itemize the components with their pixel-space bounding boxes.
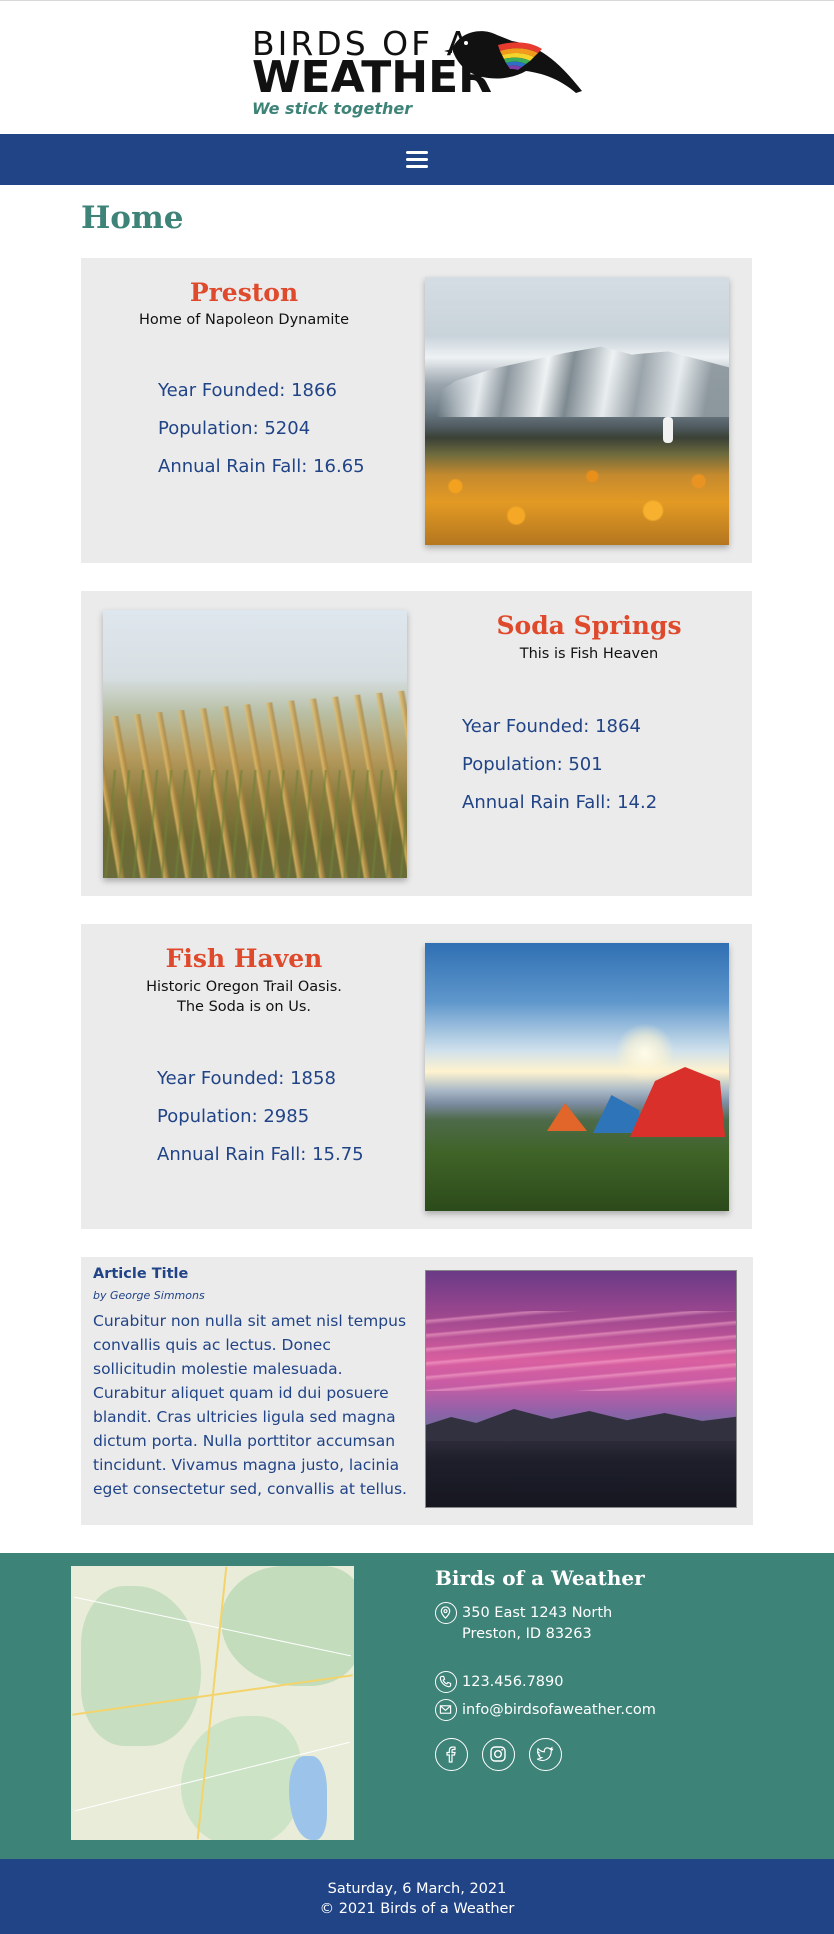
article-photo-sunset	[425, 1270, 737, 1508]
town-motto-line1: Historic Oregon Trail Oasis.	[146, 979, 342, 995]
population: Population: 501	[462, 754, 603, 775]
town-card-preston: Preston Home of Napoleon Dynamite Year F…	[81, 258, 752, 563]
article-card: Article Title by George Simmons Curabitu…	[81, 1257, 753, 1525]
site-footer: Birds of a Weather 350 East 1243 North P…	[0, 1553, 834, 1859]
footer-address-line2: Preston, ID 83263	[462, 1626, 592, 1642]
twitter-icon[interactable]	[529, 1738, 562, 1771]
town-photo-wheat	[103, 610, 407, 878]
footer-title: Birds of a Weather	[435, 1566, 645, 1590]
town-motto: Historic Oregon Trail Oasis. The Soda is…	[81, 977, 407, 1017]
town-name: Fish Haven	[165, 944, 323, 973]
town-motto: This is Fish Heaven	[519, 646, 659, 662]
town-stats: Year Founded: 1864 Population: 501 Annua…	[462, 708, 657, 822]
bird-logo-icon	[444, 31, 582, 93]
year-founded: Year Founded: 1858	[157, 1068, 336, 1089]
article-body: Curabitur non nulla sit amet nisl tempus…	[93, 1312, 407, 1498]
logo-tagline: We stick together	[252, 99, 413, 118]
town-stats: Year Founded: 1866 Population: 5204 Annu…	[158, 372, 365, 486]
footer-address-line1: 350 East 1243 North	[462, 1605, 613, 1621]
town-photo-camping-tents	[425, 943, 729, 1211]
facebook-icon[interactable]	[435, 1738, 468, 1771]
current-date: Saturday, 6 March, 2021	[327, 1881, 507, 1897]
annual-rain-fall: Annual Rain Fall: 14.2	[462, 792, 658, 813]
hamburger-menu-icon[interactable]	[406, 151, 428, 169]
town-name: Preston	[189, 278, 299, 307]
location-map[interactable]	[71, 1566, 354, 1840]
annual-rain-fall: Annual Rain Fall: 15.75	[157, 1144, 364, 1165]
town-motto: Home of Napoleon Dynamite	[138, 312, 350, 328]
email-icon	[435, 1699, 457, 1721]
year-founded: Year Founded: 1866	[158, 380, 337, 401]
annual-rain-fall: Annual Rain Fall: 16.65	[158, 456, 365, 477]
population: Population: 2985	[157, 1106, 310, 1127]
footer-email[interactable]: info@birdsofaweather.com	[462, 1700, 656, 1720]
article-byline: by George Simmons	[93, 1289, 205, 1302]
copyright-notice: © 2021 Birds of a Weather	[319, 1901, 515, 1917]
site-header: BIRDS OF A WEATHER We stick together	[0, 0, 834, 134]
page-title: Home	[81, 200, 184, 236]
copyright-bar: Saturday, 6 March, 2021 © 2021 Birds of …	[0, 1859, 834, 1934]
footer-phone[interactable]: 123.456.7890	[462, 1672, 563, 1692]
town-card-fish-haven: Fish Haven Historic Oregon Trail Oasis. …	[81, 924, 752, 1229]
town-card-soda-springs: Soda Springs This is Fish Heaven Year Fo…	[81, 591, 752, 896]
instagram-icon[interactable]	[482, 1738, 515, 1771]
location-pin-icon	[435, 1602, 457, 1624]
year-founded: Year Founded: 1864	[462, 716, 641, 737]
town-stats: Year Founded: 1858 Population: 2985 Annu…	[157, 1060, 364, 1174]
main-nav-bar	[0, 134, 834, 185]
site-logo[interactable]: BIRDS OF A WEATHER We stick together	[252, 19, 592, 119]
phone-icon	[435, 1671, 457, 1693]
town-motto-line2: The Soda is on Us.	[177, 999, 311, 1015]
town-name: Soda Springs	[496, 611, 682, 640]
town-photo-mountain-field	[425, 277, 729, 545]
article-title: Article Title	[93, 1266, 189, 1282]
population: Population: 5204	[158, 418, 311, 439]
